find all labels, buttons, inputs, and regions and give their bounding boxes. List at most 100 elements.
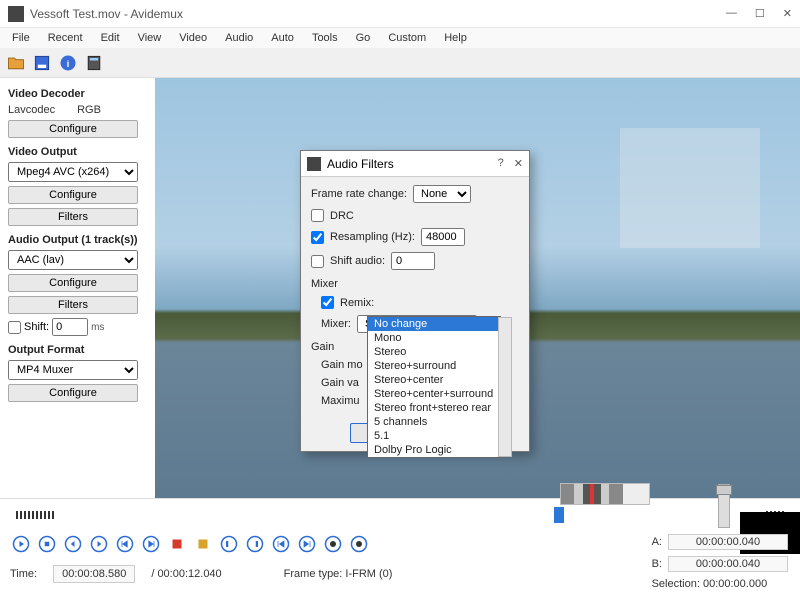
mixer-option[interactable]: Stereo+center+surround [368,387,500,401]
shift-value-input[interactable] [52,318,88,336]
svg-text:i: i [67,59,70,69]
volume-slider[interactable] [718,484,730,528]
save-button[interactable] [30,51,54,75]
minimize-button[interactable]: — [726,7,737,20]
video-configure-button[interactable]: Configure [8,186,138,204]
frc-label: Frame rate change: [311,188,407,200]
playhead-marker[interactable] [554,507,564,523]
video-output-title: Video Output [8,146,147,158]
mixer-option[interactable]: Stereo+center [368,373,500,387]
menu-video[interactable]: Video [171,30,215,46]
set-marker-b-button[interactable] [192,533,214,555]
dialog-icon [307,157,321,171]
marker-a-label: A: [652,536,662,548]
prev-black-button[interactable] [322,533,344,555]
resampling-checkbox[interactable] [311,231,324,244]
menu-help[interactable]: Help [436,30,475,46]
output-configure-button[interactable]: Configure [8,384,138,402]
video-codec-select[interactable]: Mpeg4 AVC (x264) [8,162,138,182]
close-button[interactable]: ✕ [783,7,792,20]
calculator-button[interactable] [82,51,106,75]
jog-wheel[interactable] [560,483,650,505]
marker-b-value: 00:00:00.040 [668,556,788,572]
play-button[interactable] [10,533,32,555]
shift-audio-label: Shift audio: [330,255,385,267]
next-cut-button[interactable] [244,533,266,555]
frc-select[interactable]: None [413,185,471,203]
marker-b-label: B: [652,558,662,570]
prev-cut-button[interactable] [218,533,240,555]
mixer-option[interactable]: 5.1 [368,429,500,443]
maximize-button[interactable]: ☐ [755,7,765,20]
set-marker-a-button[interactable] [166,533,188,555]
audio-codec-select[interactable]: AAC (lav) [8,250,138,270]
video-decoder-title: Video Decoder [8,88,147,100]
mixer-option[interactable]: Mono [368,331,500,345]
duration-label: / 00:00:12.040 [151,568,221,580]
gain-mode-label: Gain mo [321,359,363,371]
next-black-button[interactable] [348,533,370,555]
goto-end-button[interactable] [296,533,318,555]
lavcodec-label: Lavcodec [8,104,55,116]
audio-configure-button[interactable]: Configure [8,274,138,292]
window-title: Vessoft Test.mov - Avidemux [30,7,726,21]
selection-label: Selection: 00:00:00.000 [652,578,788,590]
output-format-select[interactable]: MP4 Muxer [8,360,138,380]
mixer-option[interactable]: Dolby Pro Logic [368,443,500,457]
remix-checkbox[interactable] [321,296,334,309]
info-button[interactable]: i [56,51,80,75]
frametype-label: Frame type: I-FRM (0) [284,568,393,580]
mixer-option[interactable]: Stereo [368,345,500,359]
sidebar: Video Decoder Lavcodec RGB Configure Vid… [0,78,155,498]
dialog-close-button[interactable]: ✕ [514,157,523,170]
time-value[interactable]: 00:00:08.580 [53,565,135,583]
shift-checkbox[interactable] [8,321,21,334]
titlebar: Vessoft Test.mov - Avidemux — ☐ ✕ [0,0,800,28]
marker-a-value: 00:00:00.040 [668,534,788,550]
menu-go[interactable]: Go [348,30,379,46]
menu-view[interactable]: View [130,30,170,46]
mixer-option[interactable]: 5 channels [368,415,500,429]
shift-audio-input[interactable] [391,252,435,270]
shift-audio-checkbox[interactable] [311,255,324,268]
resampling-input[interactable] [421,228,465,246]
goto-start-button[interactable] [270,533,292,555]
toolbar: i [0,48,800,78]
mixer-option[interactable]: Stereo+surround [368,359,500,373]
dialog-help-button[interactable]: ? [498,157,504,170]
timeline[interactable] [10,503,790,527]
audio-filters-button[interactable]: Filters [8,296,138,314]
stop-button[interactable] [36,533,58,555]
max-level-label: Maximu [321,395,360,407]
time-label: Time: [10,568,37,580]
menu-custom[interactable]: Custom [380,30,434,46]
open-button[interactable] [4,51,28,75]
decoder-configure-button[interactable]: Configure [8,120,138,138]
mixer-option[interactable]: No change [368,317,500,331]
next-frame-button[interactable] [88,533,110,555]
next-keyframe-button[interactable] [140,533,162,555]
prev-frame-button[interactable] [62,533,84,555]
gain-value-label: Gain va [321,377,359,389]
menu-tools[interactable]: Tools [304,30,346,46]
menu-file[interactable]: File [4,30,38,46]
menubar: File Recent Edit View Video Audio Auto T… [0,28,800,48]
mixer-label: Mixer: [321,318,351,330]
app-icon [8,6,24,22]
menu-recent[interactable]: Recent [40,30,91,46]
mixer-option[interactable]: Stereo front+stereo rear [368,401,500,415]
menu-audio[interactable]: Audio [217,30,261,46]
drc-checkbox[interactable] [311,209,324,222]
menu-auto[interactable]: Auto [263,30,302,46]
mixer-group-label: Mixer [311,278,519,290]
resampling-label: Resampling (Hz): [330,231,415,243]
shift-label: Shift: [24,321,49,333]
output-format-title: Output Format [8,344,147,356]
menu-edit[interactable]: Edit [93,30,128,46]
video-filters-button[interactable]: Filters [8,208,138,226]
mixer-dropdown-list[interactable]: No change Mono Stereo Stereo+surround St… [367,316,501,458]
dialog-title: Audio Filters [327,157,498,171]
shift-unit: ms [91,322,104,333]
rgb-label: RGB [77,104,101,116]
prev-keyframe-button[interactable] [114,533,136,555]
